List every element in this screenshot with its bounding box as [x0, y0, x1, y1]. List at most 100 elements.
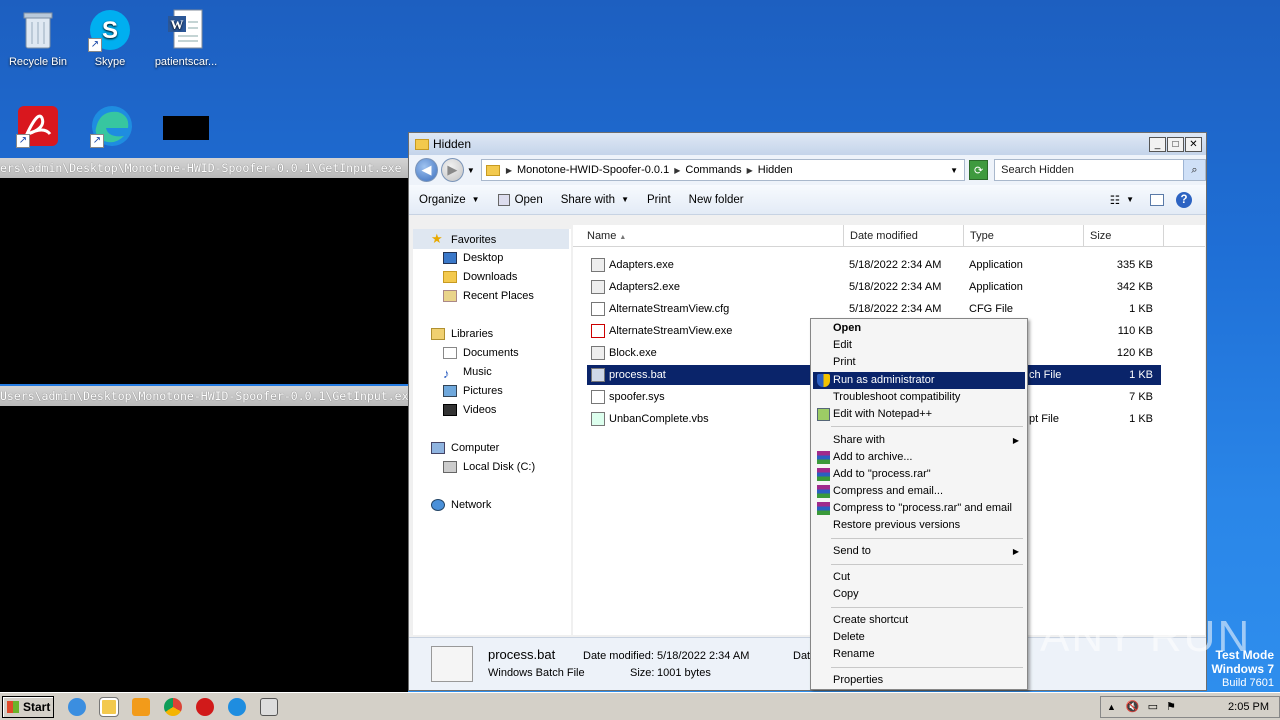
console-title[interactable]: Users\admin\Desktop\Monotone-HWID-Spoofe… [0, 386, 408, 406]
preview-pane-icon[interactable] [1150, 193, 1164, 206]
close-button[interactable]: ✕ [1185, 136, 1202, 152]
exe-file-icon [591, 258, 605, 273]
nav-local-disk[interactable]: Local Disk (C:) [443, 461, 535, 473]
console-title[interactable]: ers\admin\Desktop\Monotone-HWID-Spoofer-… [0, 158, 408, 178]
breadcrumb-item[interactable]: Commands [685, 164, 741, 176]
file-row[interactable]: AlternateStreamView.cfg 5/18/2022 2:34 A… [587, 299, 1161, 319]
media-player-icon[interactable] [132, 697, 150, 716]
desktop-icon-edge[interactable]: ↗ [74, 104, 150, 152]
flag-icon[interactable]: ⚑ [1166, 700, 1176, 713]
menu-properties[interactable]: Properties [813, 672, 1025, 689]
column-type[interactable]: Type [964, 225, 1084, 247]
menu-add-archive[interactable]: Add to archive... [813, 449, 1025, 466]
breadcrumb-item[interactable]: Monotone-HWID-Spoofer-0.0.1 [517, 164, 669, 176]
maximize-button[interactable]: □ [1167, 136, 1184, 152]
nav-label: Local Disk (C:) [463, 461, 536, 473]
desktop-icon-patientscar[interactable]: W patientscar... [148, 8, 224, 68]
menu-label: Share with [833, 434, 885, 446]
address-bar[interactable]: ▶ Monotone-HWID-Spoofer-0.0.1 ▶ Commands… [480, 159, 965, 181]
explorer-taskbar-icon[interactable] [99, 696, 119, 717]
search-icon[interactable]: ⌕ [1182, 160, 1205, 180]
column-date[interactable]: Date modified [844, 225, 964, 247]
file-size: 335 KB [1116, 259, 1153, 271]
view-options-icon[interactable]: ☷ [1110, 193, 1120, 207]
nav-documents[interactable]: Documents [443, 347, 519, 359]
refresh-button[interactable]: ⟳ [969, 160, 989, 180]
nav-label: Desktop [463, 252, 504, 264]
desktop-icon-recycle-bin[interactable]: Recycle Bin [0, 8, 76, 68]
column-name[interactable]: Name ▲ [581, 225, 844, 247]
column-size[interactable]: Size [1084, 225, 1164, 247]
nav-downloads[interactable]: Downloads [443, 271, 517, 283]
address-dropdown-icon[interactable]: ▼ [950, 166, 958, 175]
menu-send-to[interactable]: Send to ▶ [813, 543, 1025, 560]
notepad-plus-plus-icon [817, 408, 830, 421]
navigation-pane: ★ Favorites Desktop Downloads Recent Plac… [413, 229, 571, 635]
forward-button[interactable]: ▶ [440, 158, 464, 182]
new-folder-button[interactable]: New folder [689, 194, 744, 206]
sys-file-icon [591, 390, 605, 405]
svg-text:S: S [102, 17, 118, 44]
console-taskbar-icon[interactable] [260, 697, 278, 716]
nav-recent-places[interactable]: Recent Places [443, 290, 534, 302]
desktop-icon-acrobat[interactable]: ↗ [0, 104, 76, 152]
console-window-2[interactable]: Users\admin\Desktop\Monotone-HWID-Spoofe… [0, 386, 408, 692]
breadcrumb-arrow-icon[interactable]: ▶ [747, 166, 753, 175]
recent-pages-icon[interactable]: ▼ [467, 166, 475, 175]
file-row[interactable]: Adapters2.exe 5/18/2022 2:34 AM Applicat… [587, 277, 1161, 297]
tray-expand-icon[interactable]: ▲ [1107, 702, 1116, 712]
explorer-window[interactable]: Hidden _ □ ✕ ◀ ▶ ▼ ▶ Monotone-HWID-Spoof… [408, 132, 1207, 691]
back-button[interactable]: ◀ [415, 158, 438, 182]
help-icon[interactable]: ? [1176, 191, 1192, 208]
explorer-titlebar[interactable]: Hidden _ □ ✕ [409, 133, 1206, 155]
file-row[interactable]: Adapters.exe 5/18/2022 2:34 AM Applicati… [587, 255, 1161, 275]
nav-computer[interactable]: Computer [431, 442, 499, 454]
menu-compress-email[interactable]: Compress and email... [813, 483, 1025, 500]
console-window-1[interactable]: ers\admin\Desktop\Monotone-HWID-Spoofer-… [0, 158, 408, 384]
menu-rename[interactable]: Rename [813, 646, 1025, 663]
nav-desktop[interactable]: Desktop [443, 252, 503, 264]
ie-icon[interactable] [68, 697, 86, 716]
menu-restore-versions[interactable]: Restore previous versions [813, 517, 1025, 534]
organize-button[interactable]: Organize ▼ [419, 194, 480, 206]
menu-delete[interactable]: Delete [813, 629, 1025, 646]
edge-taskbar-icon[interactable] [228, 697, 246, 716]
share-with-button[interactable]: Share with ▼ [561, 194, 629, 206]
menu-edit-notepad[interactable]: Edit with Notepad++ [813, 406, 1025, 423]
menu-add-rar[interactable]: Add to "process.rar" [813, 466, 1025, 483]
nav-pictures[interactable]: Pictures [443, 385, 503, 397]
search-input[interactable]: Search Hidden ⌕ [994, 159, 1206, 181]
nav-music[interactable]: ♪ Music [443, 366, 492, 381]
desktop-icon-blank[interactable] [148, 116, 224, 144]
desktop-icon-skype[interactable]: S ↗ Skype [72, 8, 148, 68]
opera-icon[interactable] [196, 697, 214, 716]
shortcut-arrow-icon: ↗ [90, 134, 104, 148]
print-button[interactable]: Print [647, 194, 671, 206]
menu-edit[interactable]: Edit [813, 337, 1025, 354]
start-button[interactable]: Start [2, 695, 54, 718]
menu-print[interactable]: Print [813, 354, 1025, 371]
chevron-down-icon[interactable]: ▼ [1126, 195, 1134, 204]
menu-create-shortcut[interactable]: Create shortcut [813, 612, 1025, 629]
minimize-button[interactable]: _ [1149, 136, 1166, 152]
open-button[interactable]: Open [497, 193, 543, 206]
menu-run-as-admin[interactable]: Run as administrator [813, 372, 1025, 389]
menu-share-with[interactable]: Share with ▶ [813, 432, 1025, 449]
chrome-icon[interactable] [164, 697, 182, 716]
nav-videos[interactable]: Videos [443, 404, 496, 416]
volume-icon[interactable]: 🔇 [1126, 700, 1140, 713]
file-name: AlternateStreamView.exe [609, 325, 733, 337]
breadcrumb-item[interactable]: Hidden [758, 164, 793, 176]
menu-troubleshoot[interactable]: Troubleshoot compatibility [813, 389, 1025, 406]
breadcrumb-arrow-icon[interactable]: ▶ [506, 166, 512, 175]
nav-libraries[interactable]: Libraries [431, 328, 493, 340]
nav-network[interactable]: Network [431, 499, 491, 511]
network-tray-icon[interactable]: ▭ [1148, 700, 1158, 713]
clock[interactable]: 2:05 PM [1228, 701, 1269, 713]
nav-favorites[interactable]: ★ Favorites [431, 232, 496, 247]
menu-copy[interactable]: Copy [813, 586, 1025, 603]
menu-open[interactable]: Open [813, 320, 1025, 337]
breadcrumb-arrow-icon[interactable]: ▶ [674, 166, 680, 175]
menu-compress-rar-email[interactable]: Compress to "process.rar" and email [813, 500, 1025, 517]
menu-cut[interactable]: Cut [813, 569, 1025, 586]
